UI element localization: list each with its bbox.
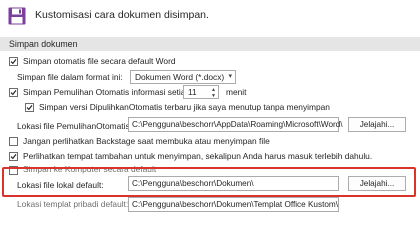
template-location-label: Lokasi templat pribadi default:	[17, 199, 129, 209]
format-label: Simpan file dalam format ini:	[17, 72, 123, 82]
keep-last-version-checkbox[interactable]	[25, 103, 34, 112]
autorecover-label: Simpan Pemulihan Otomatis informasi seti…	[23, 87, 191, 97]
backstage-checkbox[interactable]	[9, 137, 18, 146]
autorecover-browse-button[interactable]: Jelajahi...	[348, 117, 406, 132]
autorecover-unit: menit	[226, 87, 247, 97]
autorecover-location-label: Lokasi file PemulihanOtomatis:	[17, 121, 132, 131]
template-location-value: C:\Pengguna\beschorr\Dokumen\Templat Off…	[132, 200, 339, 209]
format-select[interactable]: Dokumen Word (*.docx) ▾	[130, 70, 236, 84]
autorecover-checkbox[interactable]	[9, 88, 18, 97]
checkmark-icon	[10, 90, 17, 96]
autorecover-minutes-value: 11	[188, 87, 197, 97]
autorecover-minutes-spinner[interactable]: 11 ▲ ▼	[183, 85, 219, 99]
page-title: Kustomisasi cara dokumen disimpan.	[35, 9, 209, 21]
autorecover-location-input[interactable]: C:\Pengguna\beschorr\AppData\Roaming\Mic…	[128, 117, 343, 132]
format-select-value: Dokumen Word (*.docx)	[135, 72, 225, 82]
local-default-value: C:\Pengguna\beschorr\Dokumen\	[132, 179, 254, 188]
section-title: Simpan dokumen	[9, 39, 78, 49]
local-default-input[interactable]: C:\Pengguna\beschorr\Dokumen\	[128, 176, 339, 191]
autosave-label: Simpan otomatis file secara default Word	[23, 56, 176, 66]
checkmark-icon	[10, 59, 17, 65]
autosave-checkbox[interactable]	[9, 57, 18, 66]
local-default-browse-button[interactable]: Jelajahi...	[348, 176, 406, 191]
additional-places-label: Perlihatkan tempat tambahan untuk menyim…	[23, 151, 373, 161]
autorecover-location-value: C:\Pengguna\beschorr\AppData\Roaming\Mic…	[132, 120, 343, 129]
checkmark-icon	[10, 154, 17, 160]
backstage-label: Jangan perlihatkan Backstage saat membuk…	[23, 136, 270, 146]
keep-last-version-label: Simpan versi DipulihkanOtomatis terbaru …	[39, 102, 330, 112]
local-default-label: Lokasi file lokal default:	[17, 180, 104, 190]
checkmark-icon	[26, 105, 33, 111]
additional-places-checkbox[interactable]	[9, 152, 18, 161]
chevron-down-icon: ▾	[228, 73, 232, 80]
save-floppy-icon	[8, 7, 26, 25]
template-location-input[interactable]: C:\Pengguna\beschorr\Dokumen\Templat Off…	[128, 197, 339, 212]
spin-down-icon[interactable]: ▼	[211, 93, 216, 99]
